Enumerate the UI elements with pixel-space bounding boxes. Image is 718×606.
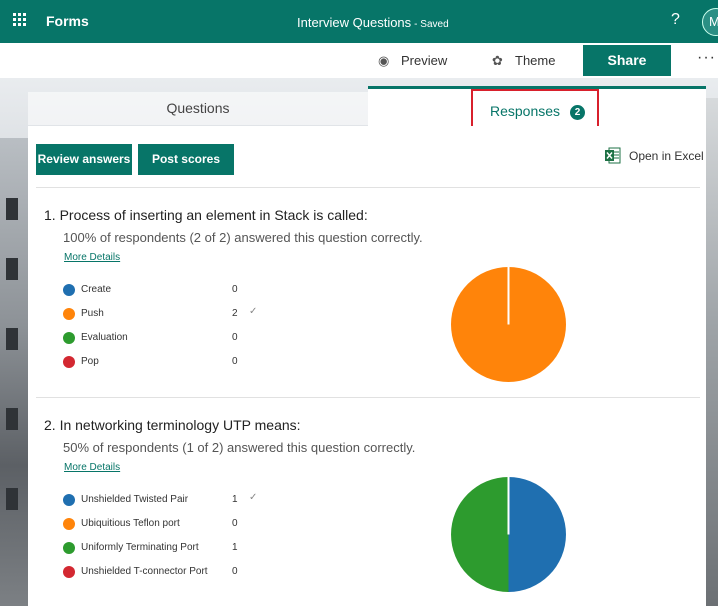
background-building xyxy=(704,98,718,606)
option-label: Uniformly Terminating Port xyxy=(81,542,199,553)
responses-panel xyxy=(28,126,706,606)
question-title: 2. In networking terminology UTP means: xyxy=(44,417,301,433)
preview-button[interactable]: ◉ Preview xyxy=(378,53,447,69)
eye-icon: ◉ xyxy=(378,53,390,68)
save-status: - Saved xyxy=(414,19,449,30)
divider xyxy=(36,397,700,398)
pie-chart-q1 xyxy=(451,267,566,382)
option-label: Create xyxy=(81,284,112,295)
legend-dot-red xyxy=(63,356,75,368)
more-options-icon[interactable]: ··· xyxy=(697,49,716,67)
open-in-excel-link[interactable]: Open in Excel xyxy=(604,147,704,164)
background-building xyxy=(0,138,30,606)
review-answers-button[interactable]: Review answers xyxy=(36,144,132,175)
tab-questions[interactable]: Questions xyxy=(28,92,368,125)
legend-dot-orange xyxy=(63,308,75,320)
preview-label: Preview xyxy=(401,53,448,68)
share-button[interactable]: Share xyxy=(583,45,671,76)
question-summary: 50% of respondents (1 of 2) answered thi… xyxy=(63,440,416,455)
legend-dot-blue xyxy=(63,494,75,506)
option-label: Pop xyxy=(81,356,99,367)
option-count: 1 xyxy=(232,542,238,553)
option-label: Push xyxy=(81,308,104,319)
option-label: Evaluation xyxy=(81,332,128,343)
form-title: Interview Questions - Saved xyxy=(297,15,449,30)
theme-label: Theme xyxy=(515,53,556,68)
legend-dot-red xyxy=(63,566,75,578)
option-count: 0 xyxy=(232,284,238,295)
option-count: 0 xyxy=(232,356,238,367)
more-details-link[interactable]: More Details xyxy=(64,462,120,473)
question-summary: 100% of respondents (2 of 2) answered th… xyxy=(63,230,423,245)
option-label: Unshielded Twisted Pair xyxy=(81,494,189,505)
legend-dot-green xyxy=(63,542,75,554)
legend-dot-green xyxy=(63,332,75,344)
form-title-text: Interview Questions xyxy=(297,15,412,30)
option-label: Unshielded T-connector Port xyxy=(81,566,208,577)
legend-dot-blue xyxy=(63,284,75,296)
help-button[interactable]: ? xyxy=(671,11,680,29)
app-name[interactable]: Forms xyxy=(46,13,89,29)
option-count: 1 xyxy=(232,494,238,505)
avatar[interactable]: M xyxy=(702,8,718,36)
option-count: 0 xyxy=(232,566,238,577)
option-count: 0 xyxy=(232,518,238,529)
pie-chart-q2 xyxy=(451,477,566,592)
app-header: Forms Interview Questions - Saved ? M xyxy=(0,0,718,43)
correct-check-icon: ✓ xyxy=(249,306,258,317)
divider xyxy=(36,187,700,188)
app-launcher-icon[interactable] xyxy=(13,13,27,27)
option-count: 0 xyxy=(232,332,238,343)
highlight-annotation xyxy=(471,89,599,129)
correct-check-icon: ✓ xyxy=(249,492,258,503)
excel-icon xyxy=(605,147,621,164)
post-scores-button[interactable]: Post scores xyxy=(138,144,234,175)
pie-slice-unshielded-twisted-pair xyxy=(508,477,566,592)
pie-slice-uniformly-terminating-port xyxy=(451,477,509,592)
theme-button[interactable]: ✿ Theme xyxy=(492,53,555,69)
question-title: 1. Process of inserting an element in St… xyxy=(44,207,368,223)
option-count: 2 xyxy=(232,308,238,319)
more-details-link[interactable]: More Details xyxy=(64,252,120,263)
palette-icon: ✿ xyxy=(492,53,503,68)
open-in-excel-label: Open in Excel xyxy=(629,149,704,163)
legend-dot-orange xyxy=(63,518,75,530)
command-bar: ◉ Preview ✿ Theme Share ··· xyxy=(0,43,718,78)
option-label: Ubiquitious Teflon port xyxy=(81,518,180,529)
